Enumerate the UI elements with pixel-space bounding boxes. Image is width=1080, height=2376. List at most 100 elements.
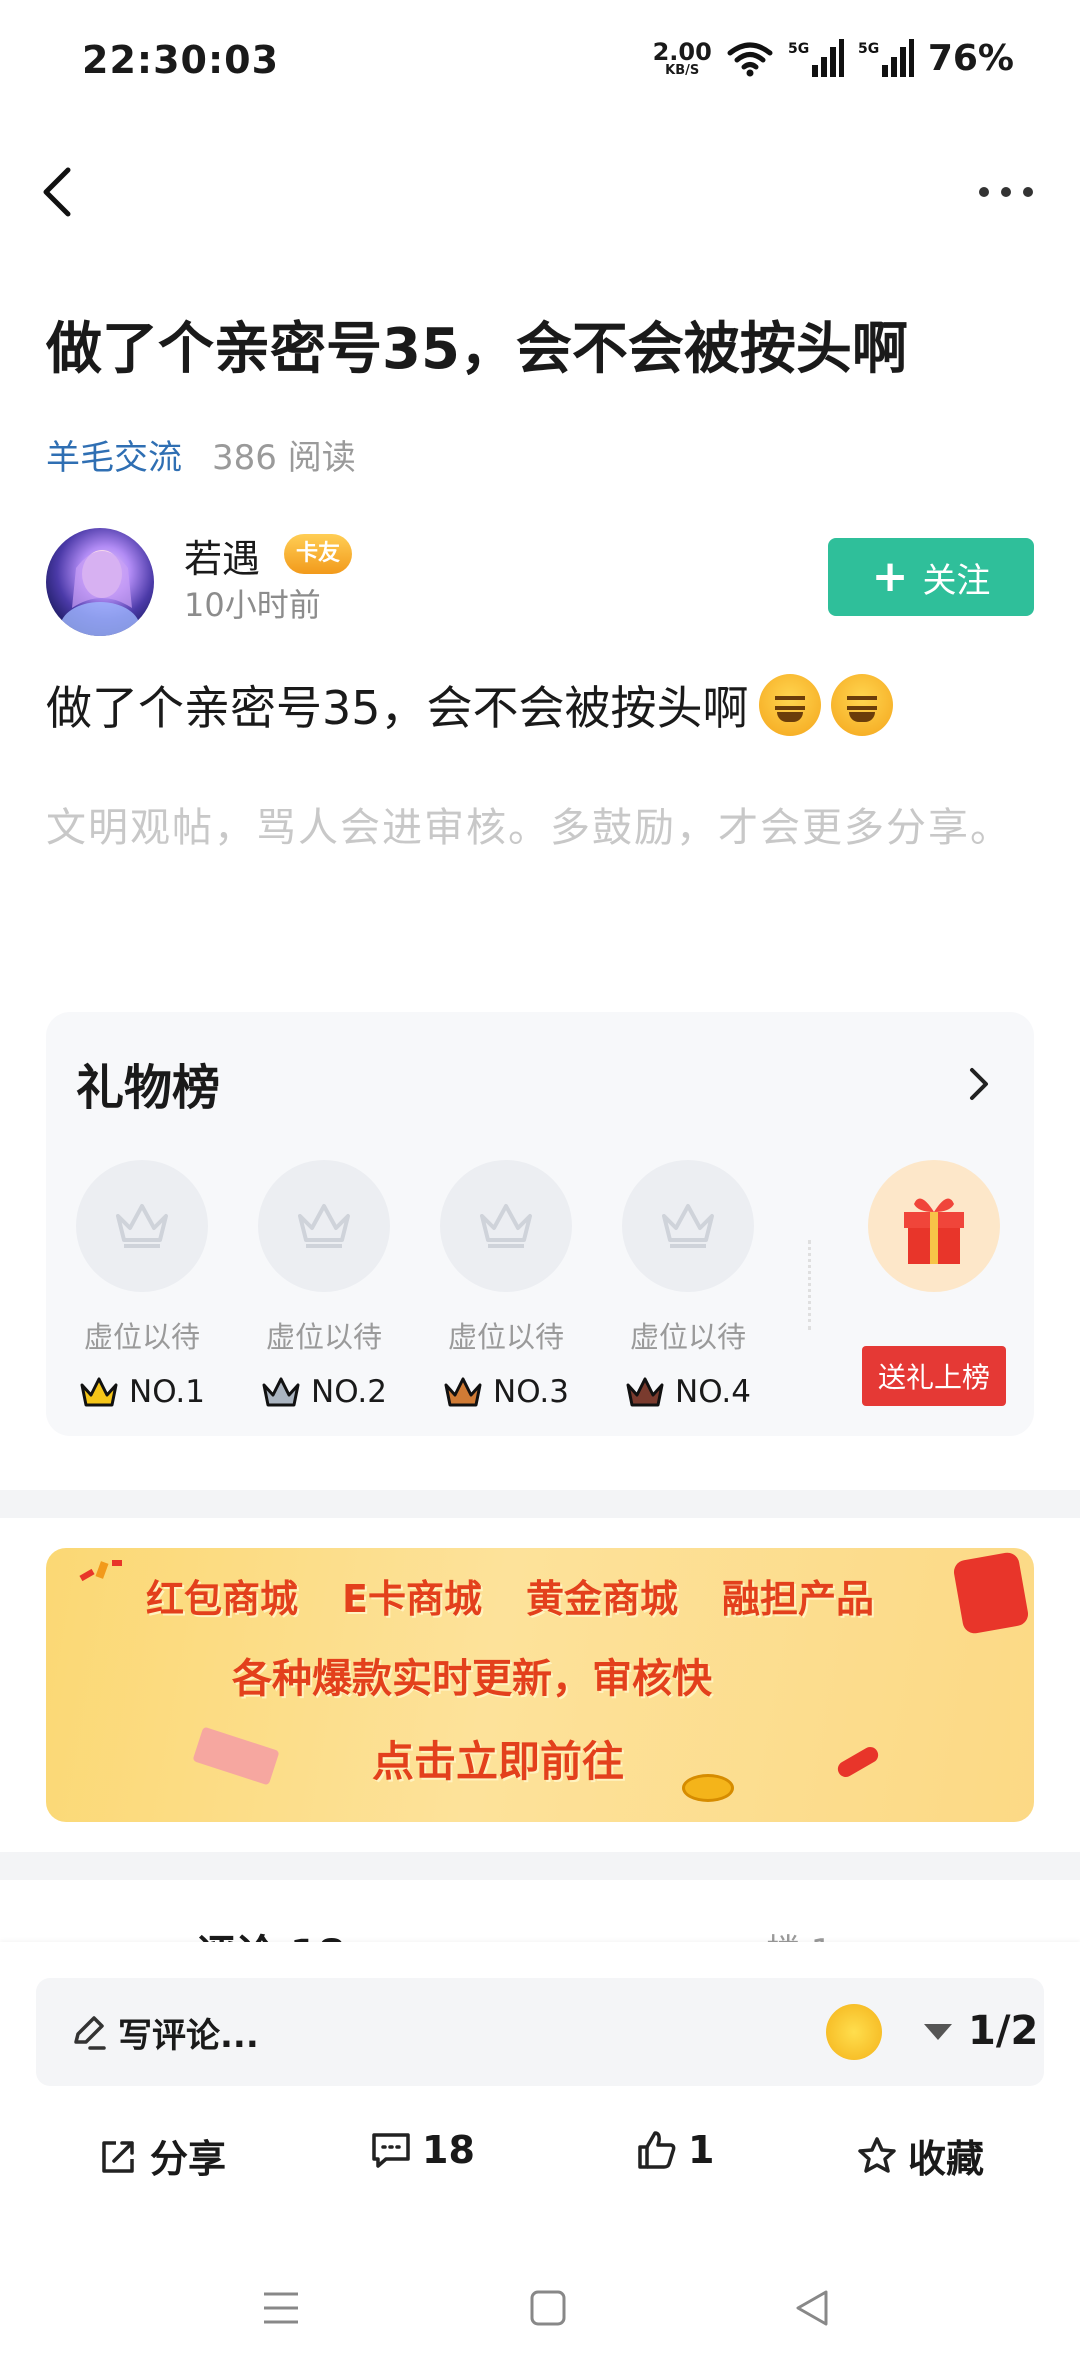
post-body: 做了个亲密号35，会不会被按头啊 xyxy=(46,672,893,738)
member-badge: 卡友 xyxy=(284,534,353,574)
comments-sort[interactable]: 楼 1 xyxy=(766,1924,832,1942)
rank-crown-gold-icon xyxy=(80,1377,118,1407)
bottom-bar: 写评论... 1/2 分享 18 1 收藏 xyxy=(0,1942,1080,2242)
comment-icon xyxy=(372,2133,410,2168)
gift-slot-2[interactable]: 虚位以待 NO.2 xyxy=(258,1160,390,1410)
share-icon xyxy=(102,2140,134,2173)
banner-item-hongbao: 红包商城 xyxy=(146,1577,299,1621)
gift-box-button[interactable] xyxy=(868,1160,1000,1292)
empty-slot-circle xyxy=(622,1160,754,1292)
coin-icon xyxy=(682,1774,734,1802)
post-time: 10小时前 xyxy=(184,586,321,624)
crown-icon xyxy=(480,1204,532,1248)
banner-item-ecard: E卡商城 xyxy=(342,1577,482,1621)
like-button[interactable]: 1 xyxy=(636,2128,714,2172)
menu-icon[interactable] xyxy=(260,2288,302,2328)
slot-status: 虚位以待 xyxy=(629,1320,746,1354)
like-count: 1 xyxy=(688,2128,715,2172)
comments-header: 评论 18 楼 1 xyxy=(0,1880,1080,1942)
status-time: 22:30:03 xyxy=(82,38,280,82)
share-button[interactable]: 分享 xyxy=(98,2128,226,2183)
read-count: 386 阅读 xyxy=(212,438,356,478)
send-gift-button[interactable]: 送礼上榜 xyxy=(862,1346,1006,1406)
author-row: 若遇 卡友 10小时前 + 关注 xyxy=(46,528,1034,638)
status-bar: 22:30:03 2.00 KB/S 5G 5G 76% xyxy=(0,0,1080,130)
status-icons: 2.00 KB/S 5G 5G 76% xyxy=(653,38,1014,79)
gift-box-icon xyxy=(904,1198,964,1264)
emoji-picker-icon[interactable] xyxy=(826,2004,882,2060)
civility-notice: 文明观帖，骂人会进审核。多鼓励，才会更多分享。 xyxy=(46,805,1012,851)
envelope-icon xyxy=(192,1726,280,1786)
comment-count: 18 xyxy=(422,2128,475,2172)
gift-board-title: 礼物榜 xyxy=(76,1060,221,1116)
banner-subtitle: 各种爆款实时更新，审核快 xyxy=(232,1656,712,1702)
system-nav-bar xyxy=(0,2242,1080,2376)
rank-crown-bronze-icon xyxy=(444,1377,482,1407)
category-link[interactable]: 羊毛交流 xyxy=(46,430,182,479)
crown-icon xyxy=(116,1204,168,1248)
share-label: 分享 xyxy=(150,2137,227,2181)
rank-label: NO.2 xyxy=(311,1374,387,1410)
rank-crown-silver-icon xyxy=(262,1377,300,1407)
plus-icon: + xyxy=(871,551,909,602)
empty-slot-circle xyxy=(440,1160,572,1292)
svg-text:5G: 5G xyxy=(858,41,879,57)
back-icon[interactable] xyxy=(36,160,80,224)
post-body-text: 做了个亲密号35，会不会被按头啊 xyxy=(46,681,749,735)
action-row: 分享 18 1 收藏 xyxy=(0,2118,1080,2198)
signal-5g-icon: 5G xyxy=(788,38,844,77)
favorite-label: 收藏 xyxy=(908,2137,985,2181)
banner-cta: 点击立即前往 xyxy=(372,1737,625,1786)
post-meta: 羊毛交流 386 阅读 xyxy=(46,430,356,479)
gift-divider xyxy=(808,1240,811,1330)
red-packet-icon xyxy=(952,1550,1030,1636)
promo-banner[interactable]: 红包商城 E卡商城 黄金商城 融担产品 各种爆款实时更新，审核快 点击立即前往 xyxy=(46,1548,1034,1822)
slot-status: 虚位以待 xyxy=(447,1320,564,1354)
more-icon[interactable] xyxy=(976,180,1036,204)
banner-categories: 红包商城 E卡商城 黄金商城 融担产品 xyxy=(146,1568,874,1623)
chevron-right-icon[interactable] xyxy=(964,1064,994,1104)
slot-rank: NO.1 xyxy=(76,1374,208,1410)
rank-label: NO.4 xyxy=(675,1374,751,1410)
gift-slot-3[interactable]: 虚位以待 NO.3 xyxy=(440,1160,572,1410)
wifi-icon xyxy=(727,42,773,76)
comments-button[interactable]: 18 xyxy=(370,2128,475,2172)
slot-status: 虚位以待 xyxy=(265,1320,382,1354)
gift-slot-4[interactable]: 虚位以待 NO.4 xyxy=(622,1160,754,1410)
slot-rank: NO.3 xyxy=(440,1374,572,1410)
gift-slot-1[interactable]: 虚位以待 NO.1 xyxy=(76,1160,208,1410)
comments-title: 评论 18 xyxy=(196,1922,346,1942)
rank-label: NO.1 xyxy=(129,1374,205,1410)
favorite-button[interactable]: 收藏 xyxy=(856,2128,984,2183)
section-separator xyxy=(0,1490,1080,1518)
rank-crown-brown-icon xyxy=(626,1377,664,1407)
net-speed-value: 2.00 xyxy=(652,38,712,66)
page-indicator[interactable]: 1/2 xyxy=(968,2008,1038,2054)
signal-5g-icon-2: 5G xyxy=(858,38,914,77)
slot-status: 虚位以待 xyxy=(83,1320,200,1354)
comment-input[interactable]: 写评论... 1/2 xyxy=(36,1978,1044,2086)
crown-icon xyxy=(298,1204,350,1248)
follow-button[interactable]: + 关注 xyxy=(828,538,1034,616)
caret-down-icon[interactable] xyxy=(924,2024,952,2040)
pencil-icon xyxy=(74,2016,106,2050)
section-separator-2 xyxy=(0,1852,1080,1880)
svg-text:5G: 5G xyxy=(788,41,809,57)
follow-label: 关注 xyxy=(922,560,991,601)
home-square-icon[interactable] xyxy=(528,2288,568,2328)
author-name[interactable]: 若遇 xyxy=(184,528,260,583)
back-triangle-icon[interactable] xyxy=(792,2288,832,2328)
slot-rank: NO.4 xyxy=(622,1374,754,1410)
rank-label: NO.3 xyxy=(493,1374,569,1410)
ribbon-icon xyxy=(834,1744,882,1780)
avatar[interactable] xyxy=(46,528,154,636)
avatar-image xyxy=(60,550,140,636)
battery-level: 76% xyxy=(927,38,1014,79)
net-speed-unit: KB/S xyxy=(665,63,700,78)
banner-item-gold: 黄金商城 xyxy=(525,1577,678,1621)
empty-slot-circle xyxy=(258,1160,390,1292)
post-title: 做了个亲密号35，会不会被按头啊 xyxy=(46,317,908,382)
banner-item-finance: 融担产品 xyxy=(722,1577,875,1621)
net-speed: 2.00 KB/S xyxy=(653,40,712,77)
slot-rank: NO.2 xyxy=(258,1374,390,1410)
